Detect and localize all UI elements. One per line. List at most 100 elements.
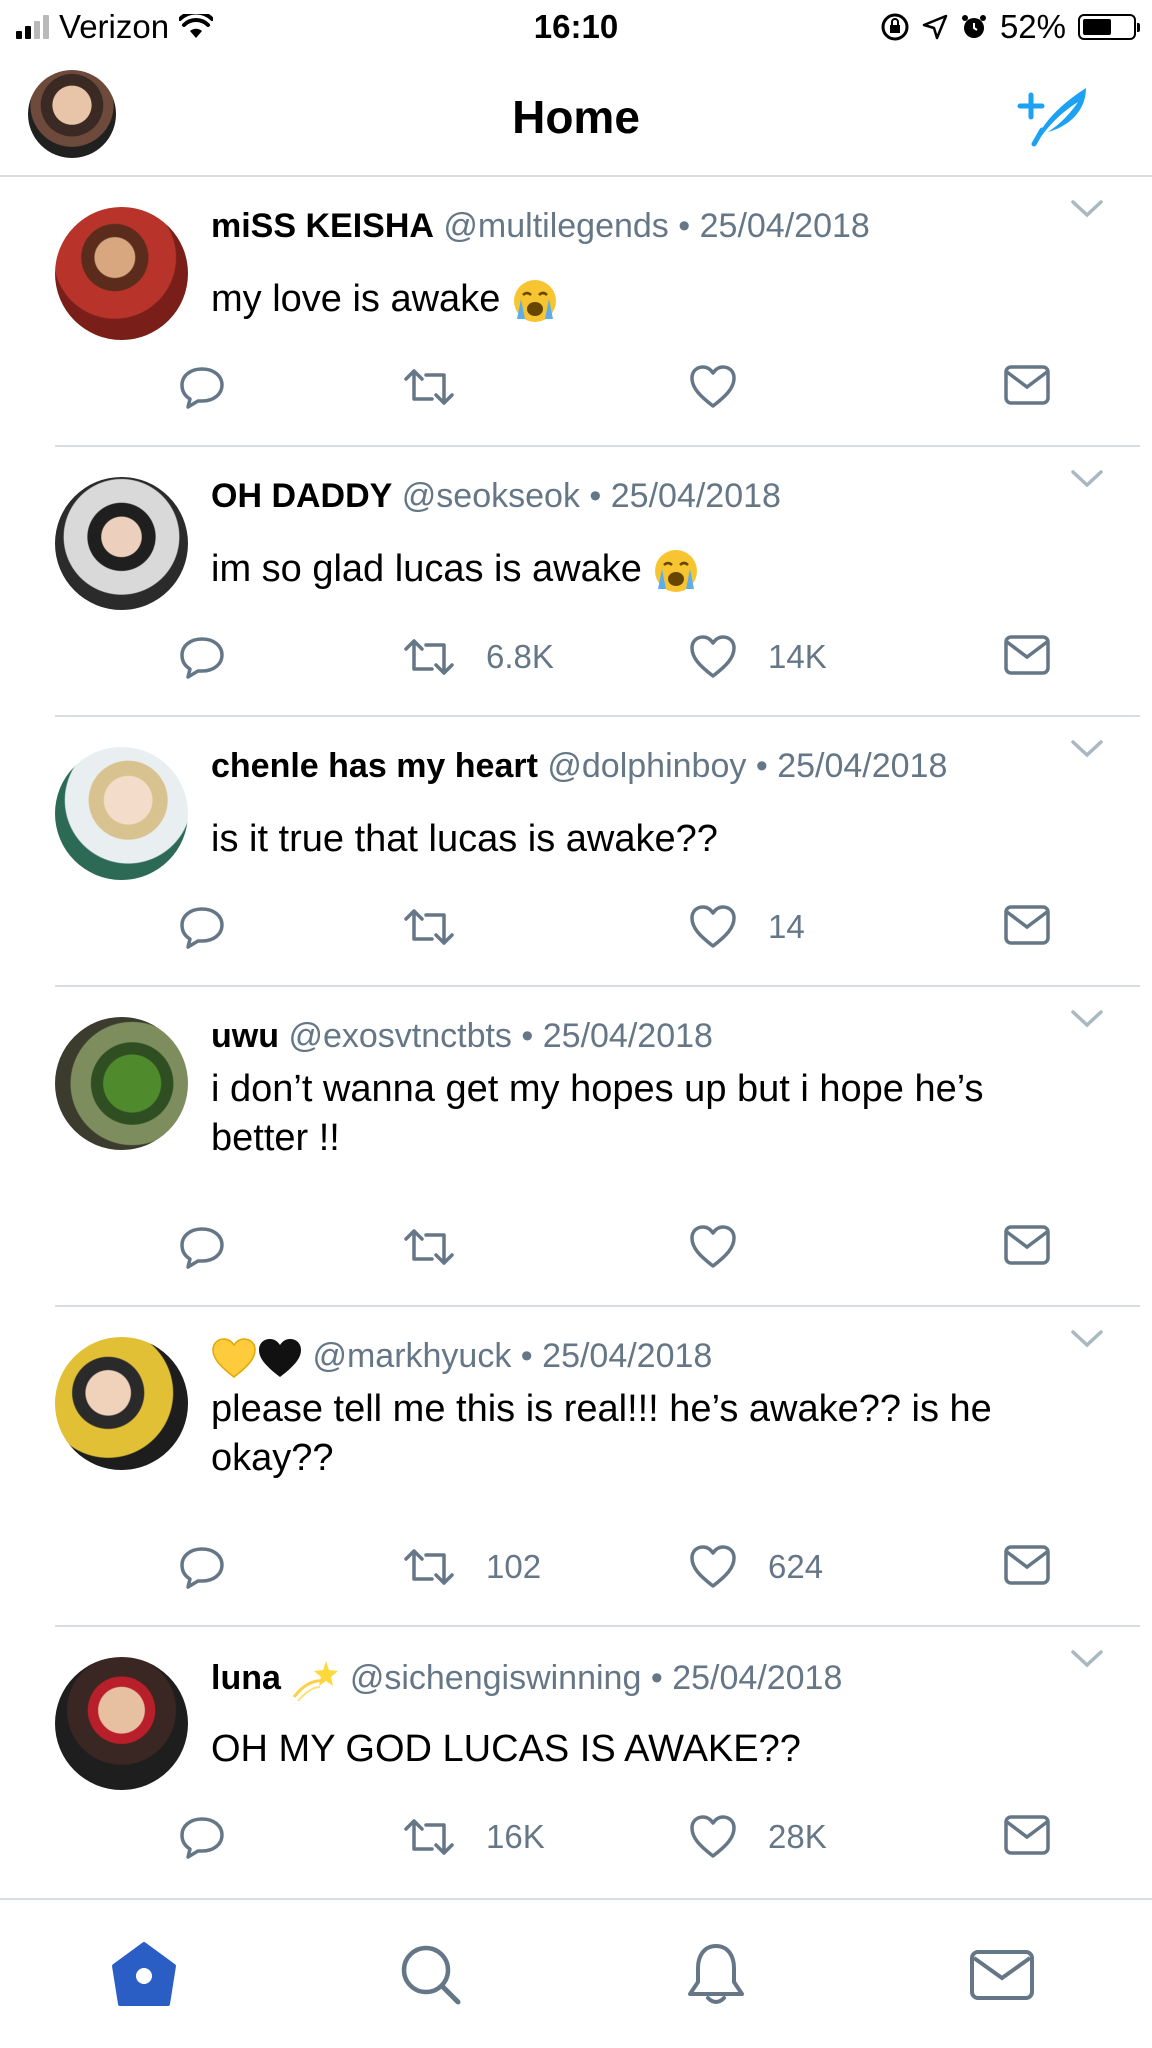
handle[interactable]: @dolphinboy (547, 747, 746, 785)
retweet-button[interactable] (402, 363, 486, 411)
caret-down-icon[interactable] (1070, 1009, 1104, 1029)
caret-down-icon[interactable] (1070, 1649, 1104, 1669)
reply-icon (180, 1817, 224, 1859)
reply-icon (180, 637, 224, 679)
reply-button[interactable] (178, 1813, 226, 1861)
separator: • (650, 1658, 663, 1697)
display-name[interactable]: miSS KEISHA (211, 207, 434, 245)
like-button[interactable]: 14 (688, 903, 805, 951)
separator: • (589, 477, 602, 515)
like-icon (690, 905, 736, 948)
tweet[interactable]: miSS KEISHA @multilegends • 25/04/2018 m… (0, 177, 1152, 447)
like-icon (690, 1225, 736, 1268)
notifications-icon[interactable] (680, 1938, 752, 2010)
separator: • (755, 747, 768, 785)
reply-button[interactable] (178, 1543, 226, 1591)
tweet-date[interactable]: 25/04/2018 (611, 477, 781, 515)
like-icon (690, 1815, 736, 1858)
avatar[interactable] (55, 207, 188, 340)
alarm-icon (961, 15, 986, 38)
caret-down-icon[interactable] (1070, 739, 1104, 759)
like-button[interactable] (688, 363, 768, 411)
tweet-date[interactable]: 25/04/2018 (542, 1337, 712, 1375)
retweet-icon (404, 369, 454, 405)
like-button[interactable]: 14K (688, 633, 827, 681)
reply-button[interactable] (178, 633, 226, 681)
dm-button[interactable] (1003, 1543, 1051, 1587)
tweet[interactable]: luna @sichengiswinning • 25/04/2018 OH M… (0, 1627, 1152, 1898)
avatar[interactable] (55, 1337, 188, 1470)
tweet-text: im so glad lucas is awake (211, 548, 642, 590)
retweet-button[interactable] (402, 1223, 486, 1271)
display-name[interactable]: OH DADDY (211, 477, 392, 515)
retweet-icon (404, 639, 454, 675)
avatar[interactable] (55, 747, 188, 880)
caret-down-icon[interactable] (1070, 1329, 1104, 1349)
reply-button[interactable] (178, 1223, 226, 1271)
dm-button[interactable] (1003, 633, 1051, 677)
handle[interactable]: @multilegends (443, 207, 668, 245)
like-count: 14 (768, 908, 805, 945)
handle[interactable]: @sichengiswinning (350, 1659, 642, 1697)
dm-button[interactable] (1003, 363, 1051, 407)
retweet-count: 6.8K (486, 638, 554, 675)
dm-icon (1004, 365, 1050, 405)
avatar[interactable] (55, 1657, 188, 1790)
like-button[interactable] (688, 1223, 768, 1271)
display-name[interactable]: luna (211, 1659, 281, 1697)
crying-face-icon (655, 549, 698, 592)
dm-button[interactable] (1003, 1223, 1051, 1267)
dm-icon (1004, 1225, 1050, 1265)
tweet-date[interactable]: 25/04/2018 (672, 1659, 842, 1697)
dm-button[interactable] (1003, 1813, 1051, 1857)
retweet-button[interactable]: 6.8K (402, 633, 554, 681)
like-button[interactable]: 28K (688, 1813, 827, 1861)
handle[interactable]: @seokseok (402, 477, 580, 515)
tweet-date[interactable]: 25/04/2018 (700, 207, 870, 245)
bottom-tab-bar (0, 1898, 1152, 2048)
handle[interactable]: @exosvtnctbts (288, 1017, 512, 1055)
compose-icon[interactable] (1012, 80, 1092, 148)
like-icon (690, 635, 736, 678)
caret-down-icon[interactable] (1070, 199, 1104, 219)
crying-face-icon (513, 279, 556, 322)
like-button[interactable]: 624 (688, 1543, 823, 1591)
avatar[interactable] (55, 477, 188, 610)
search-icon[interactable] (394, 1938, 466, 2010)
display-name[interactable]: uwu (211, 1017, 279, 1055)
tweet-text-wrap: is it true that lucas is awake?? (211, 815, 1082, 864)
home-icon[interactable] (108, 1938, 180, 2010)
tweet[interactable]: chenle has my heart @dolphinboy • 25/04/… (0, 717, 1152, 987)
reply-button[interactable] (178, 363, 226, 411)
avatar[interactable] (55, 1017, 188, 1150)
tweet-text-wrap: im so glad lucas is awake (211, 545, 1082, 595)
tweet-date[interactable]: 25/04/2018 (543, 1017, 713, 1055)
like-count: 14K (768, 638, 827, 675)
retweet-icon (404, 1549, 454, 1585)
messages-icon[interactable] (966, 1938, 1038, 2010)
tweet[interactable]: OH DADDY @seokseok • 25/04/2018 im so gl… (0, 447, 1152, 717)
tweet-text-wrap: my love is awake (211, 275, 1082, 325)
tweet[interactable]: uwu @exosvtnctbts • 25/04/2018 i don’t w… (0, 987, 1152, 1307)
tweet-text-wrap: OH MY GOD LUCAS IS AWAKE?? (211, 1725, 1082, 1774)
reply-icon (180, 367, 224, 409)
dm-icon (1004, 905, 1050, 945)
caret-down-icon[interactable] (1070, 469, 1104, 489)
tweet-date[interactable]: 25/04/2018 (777, 747, 947, 785)
display-name[interactable]: chenle has my heart (211, 747, 538, 785)
like-count: 624 (768, 1548, 824, 1585)
retweet-icon (404, 1229, 454, 1265)
retweet-button[interactable]: 102 (402, 1543, 541, 1591)
rotation-lock-icon (881, 13, 909, 41)
reply-button[interactable] (178, 903, 226, 951)
dm-button[interactable] (1003, 903, 1051, 947)
retweet-button[interactable]: 16K (402, 1813, 545, 1861)
tweet[interactable]: @markhyuck • 25/04/2018 please tell me t… (0, 1307, 1152, 1627)
handle[interactable]: @markhyuck (312, 1337, 511, 1375)
tweet-actions: 6.8K 14K (0, 633, 1152, 689)
retweet-button[interactable] (402, 903, 486, 951)
separator: • (520, 1337, 533, 1375)
reply-icon (180, 907, 224, 949)
like-count: 28K (768, 1818, 827, 1855)
reply-icon (180, 1547, 224, 1589)
